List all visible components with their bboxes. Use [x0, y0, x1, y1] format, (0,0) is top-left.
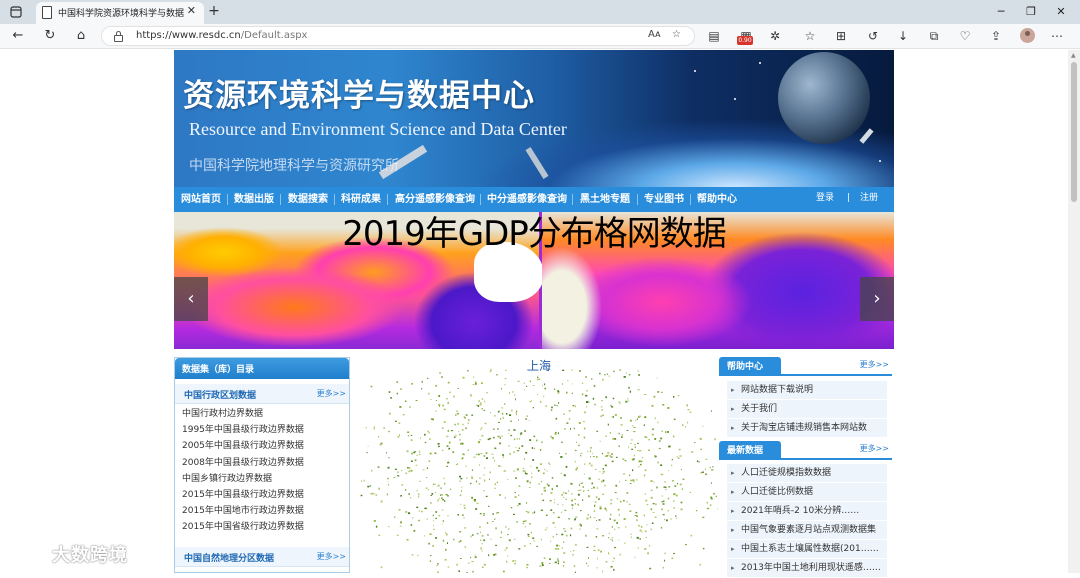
nav-black-soil[interactable]: 黑土地专题 [580, 187, 630, 212]
settings-more-icon[interactable]: ⋯ [1048, 28, 1066, 45]
latest-data-title[interactable]: 最新数据 [727, 443, 763, 456]
slider-prev-icon[interactable]: ‹ [174, 277, 208, 321]
latest-data-header: 最新数据 更多>> [719, 441, 892, 460]
page-scrollbar[interactable]: ▲ [1068, 50, 1080, 573]
puzzle-icon[interactable]: ✲ [766, 28, 784, 45]
more-link[interactable]: 更多>> [317, 551, 346, 562]
right-panel: 帮助中心 更多>> ▸ 网站数据下载说明 ▸ 关于我们 ▸ 关于淘宝店铺违规销售本网站… [719, 357, 892, 578]
back-icon[interactable]: ← [8, 26, 28, 46]
section-admin-divisions: 中国行政区划数据 更多>> [175, 384, 349, 404]
help-list: ▸ 网站数据下载说明 ▸ 关于我们 ▸ 关于淘宝店铺违规销售本网站数 [727, 381, 887, 438]
list-item[interactable]: ▸ 2021年哨兵-2 10米分辨…… [727, 502, 887, 521]
minimize-icon[interactable]: ─ [988, 0, 1014, 24]
scroll-up-icon[interactable]: ▲ [1071, 52, 1076, 59]
favorite-add-icon[interactable]: ☆ [672, 29, 681, 40]
nav-help[interactable]: 帮助中心 [697, 187, 737, 212]
favorites-icon[interactable]: ☆ [801, 28, 819, 45]
url-text[interactable]: https://www.resdc.cn/Default.aspx [136, 30, 307, 41]
list-item[interactable]: ▸ 人口迁徙规模指数数据 [727, 464, 887, 483]
history-icon[interactable]: ↺ [864, 28, 882, 45]
list-item[interactable]: 2015年中国地市行政边界数据 [182, 503, 347, 519]
list-item[interactable]: ▸ 中国土系志土壤属性数据(201…… [727, 540, 887, 559]
main-nav: 网站首页 数据出版 数据搜索 科研成果 高分遥感影像查询 中分遥感影像查询 黑土… [174, 187, 894, 212]
extension-badge: 0.90 [737, 36, 753, 45]
site-title-cn: 资源环境科学与数据中心 [183, 78, 535, 114]
list-item[interactable]: ▸ 中国气象要素逐月站点观测数据集 [727, 521, 887, 540]
more-link[interactable]: 更多>> [860, 443, 889, 454]
list-item[interactable]: 2015年中国县级行政边界数据 [182, 487, 347, 503]
read-aloud-icon[interactable]: Aᴀ [648, 29, 661, 40]
site-title-en: Resource and Environment Science and Dat… [189, 119, 567, 139]
tab-title: 中国科学院资源环境科学与数据中心 [58, 9, 184, 19]
list-item[interactable]: ▸ 2013年中国土地利用现状遥感…… [727, 559, 887, 578]
section-title[interactable]: 中国行政区划数据 [184, 388, 256, 401]
scrollbar-thumb[interactable] [1071, 62, 1077, 202]
list-item[interactable]: 2015年中国省级行政边界数据 [182, 519, 347, 535]
shanghai-landuse-map[interactable] [360, 369, 718, 573]
share-icon[interactable]: ⇪ [987, 28, 1005, 45]
register-link[interactable]: 注册 [860, 187, 878, 212]
slider-next-icon[interactable]: › [860, 277, 894, 321]
dataset-catalog-panel: 数据集（库）目录 中国行政区划数据 更多>> 中国行政村边界数据 1995年中国… [174, 357, 350, 573]
featured-map: 上海 [360, 357, 718, 573]
list-item[interactable]: 2008年中国县级行政边界数据 [182, 455, 347, 471]
lock-icon [114, 31, 123, 42]
section-title[interactable]: 中国自然地理分区数据 [184, 551, 274, 564]
help-center-title[interactable]: 帮助中心 [727, 359, 763, 372]
close-window-icon[interactable]: ✕ [1048, 0, 1074, 24]
list-item[interactable]: ▸ 人口迁徙比例数据 [727, 483, 887, 502]
browser-toolbar: ← ↻ ⌂ https://www.resdc.cn/Default.aspx … [0, 24, 1080, 49]
nav-data-publish[interactable]: 数据出版 [234, 187, 274, 212]
login-link[interactable]: 登录 [816, 187, 834, 212]
more-link[interactable]: 更多>> [860, 359, 889, 370]
planet-graphic [778, 52, 870, 144]
new-tab-icon[interactable]: + [206, 0, 222, 24]
help-center-header: 帮助中心 更多>> [719, 357, 892, 376]
address-bar[interactable]: https://www.resdc.cn/Default.aspx Aᴀ ☆ [101, 26, 695, 46]
site-banner: 资源环境科学与数据中心 Resource and Environment Sci… [174, 50, 894, 187]
split-screen-icon[interactable]: ▤ [705, 28, 723, 45]
browser-tab-active[interactable]: 中国科学院资源环境科学与数据中心 ✕ [36, 2, 204, 24]
site-subtitle: 中国科学院地理科学与资源研究所 [189, 158, 399, 174]
watermark-text: 大数跨境 [52, 545, 128, 566]
nav-research[interactable]: 科研成果 [341, 187, 381, 212]
browser-essentials-icon[interactable]: ♡ [956, 28, 974, 45]
nav-home[interactable]: 网站首页 [181, 187, 221, 212]
restore-icon[interactable]: ❐ [1018, 0, 1044, 24]
tab-close-icon[interactable]: ✕ [187, 4, 196, 17]
image-slider[interactable]: 2019年GDP分布格网数据 ‹ › [174, 212, 894, 349]
list-item[interactable]: 2005年中国县级行政边界数据 [182, 438, 347, 454]
slide-title: 2019年GDP分布格网数据 [342, 214, 727, 254]
nav-data-search[interactable]: 数据搜索 [288, 187, 328, 212]
list-item[interactable]: 中国行政村边界数据 [182, 406, 347, 422]
collections-icon[interactable]: ⊞ [832, 28, 850, 45]
browser-tab-bar: 中国科学院资源环境科学与数据中心 ✕ + ─ ❐ ✕ [0, 0, 1080, 24]
nav-mid-res-imagery[interactable]: 中分遥感影像查询 [487, 187, 567, 212]
list-item[interactable]: 1995年中国县级行政边界数据 [182, 422, 347, 438]
list-item[interactable]: ▸ 关于淘宝店铺违规销售本网站数 [727, 419, 887, 438]
page-favicon-icon [42, 6, 52, 19]
web-capture-icon[interactable]: ⧉ [925, 28, 943, 45]
list-item[interactable]: ▸ 关于我们 [727, 400, 887, 419]
tab-actions-icon[interactable] [8, 0, 24, 26]
list-item[interactable]: ▸ 网站数据下载说明 [727, 381, 887, 400]
nav-high-res-imagery[interactable]: 高分遥感影像查询 [395, 187, 475, 212]
refresh-icon[interactable]: ↻ [40, 26, 60, 46]
downloads-icon[interactable]: ↓ [894, 28, 912, 45]
login-separator: | [847, 193, 851, 203]
home-icon[interactable]: ⌂ [71, 26, 91, 46]
latest-data-list: ▸ 人口迁徙规模指数数据 ▸ 人口迁徙比例数据 ▸ 2021年哨兵-2 10米分辨……… [727, 464, 887, 578]
list-item[interactable]: 中国乡镇行政边界数据 [182, 471, 347, 487]
catalog-header: 数据集（库）目录 [175, 358, 349, 379]
watermark-logo-icon [10, 543, 47, 562]
admin-dataset-list: 中国行政村边界数据 1995年中国县级行政边界数据 2005年中国县级行政边界数… [182, 406, 347, 536]
profile-avatar[interactable] [1020, 28, 1035, 43]
section-physical-geography: 中国自然地理分区数据 更多>> [175, 547, 349, 567]
nav-books[interactable]: 专业图书 [644, 187, 684, 212]
more-link[interactable]: 更多>> [317, 388, 346, 399]
